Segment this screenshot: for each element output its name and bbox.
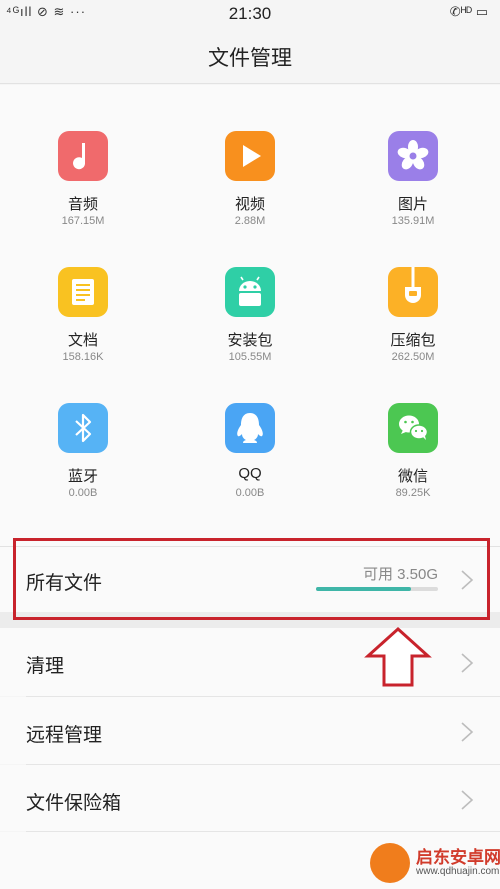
available-storage: 可用 3.50G [362, 566, 438, 583]
category-qq[interactable]: QQ 0.00B [167, 357, 333, 499]
category-label: 微信 [397, 468, 428, 485]
category-video[interactable]: 视频 2.88M [167, 85, 333, 227]
watermark-logo-icon [370, 843, 410, 883]
category-label: 压缩包 [390, 332, 436, 349]
category-wechat[interactable]: 微信 89.25K [330, 357, 496, 499]
storage-bar-fill [316, 587, 412, 591]
bluetooth-icon [58, 403, 108, 453]
storage-bar [316, 587, 438, 591]
all-files-row[interactable]: 所有文件 可用 3.50G [0, 546, 500, 612]
menu-item-remote-management[interactable]: 远程管理 [0, 697, 500, 764]
android-icon [225, 267, 275, 317]
chevron-right-icon [460, 789, 474, 811]
page-title: 文件管理 [208, 47, 292, 70]
document-icon [58, 267, 108, 317]
status-bar: ⁴ᴳıll ⊘ ≋ ··· 21:30 ✆ᴴᴰ ▭ [0, 0, 500, 28]
category-archives[interactable]: 压缩包 262.50M [330, 221, 496, 363]
battery-call-indicators: ✆ᴴᴰ ▭ [449, 4, 488, 19]
category-apk[interactable]: 安装包 105.55M [167, 221, 333, 363]
all-files-label: 所有文件 [26, 573, 103, 594]
menu-item-label: 文件保险箱 [26, 793, 122, 814]
wechat-icon [388, 403, 438, 453]
archive-icon [388, 267, 438, 317]
category-label: 音频 [67, 196, 98, 213]
category-label: 蓝牙 [67, 468, 98, 485]
category-bluetooth[interactable]: 蓝牙 0.00B [0, 357, 166, 499]
qq-penguin-icon [225, 403, 275, 453]
category-label: 图片 [397, 196, 428, 213]
category-size: 0.00B [235, 487, 265, 499]
play-icon [225, 131, 275, 181]
category-label: 视频 [234, 196, 265, 213]
menu-item-label: 清理 [26, 656, 65, 677]
flower-icon [388, 131, 438, 181]
clock: 21:30 [228, 4, 272, 23]
category-size: 0.00B [68, 487, 98, 499]
category-images[interactable]: 图片 135.91M [330, 85, 496, 227]
watermark-url: www.qdhuajin.com [416, 866, 500, 877]
watermark-name: 启东安卓网 [416, 848, 500, 867]
annotation-up-arrow-icon [364, 626, 432, 687]
chevron-right-icon [460, 652, 474, 674]
category-label: 文档 [67, 332, 98, 349]
category-label: 安装包 [227, 332, 273, 349]
category-label: QQ [238, 465, 262, 482]
menu-item-file-safe[interactable]: 文件保险箱 [0, 765, 500, 831]
menu-item-label: 远程管理 [26, 725, 103, 746]
chevron-right-icon [460, 569, 474, 591]
title-bar: 文件管理 [0, 28, 500, 84]
chevron-right-icon [460, 721, 474, 743]
music-icon [58, 131, 108, 181]
category-audio[interactable]: 音频 167.15M [0, 85, 166, 227]
watermark: 启东安卓网 www.qdhuajin.com [370, 841, 500, 885]
category-size: 89.25K [395, 487, 431, 499]
category-documents[interactable]: 文档 158.16K [0, 221, 166, 363]
category-grid: 音频 167.15M 视频 2.88M 图片 135.91M 文档 158.16… [0, 85, 500, 546]
